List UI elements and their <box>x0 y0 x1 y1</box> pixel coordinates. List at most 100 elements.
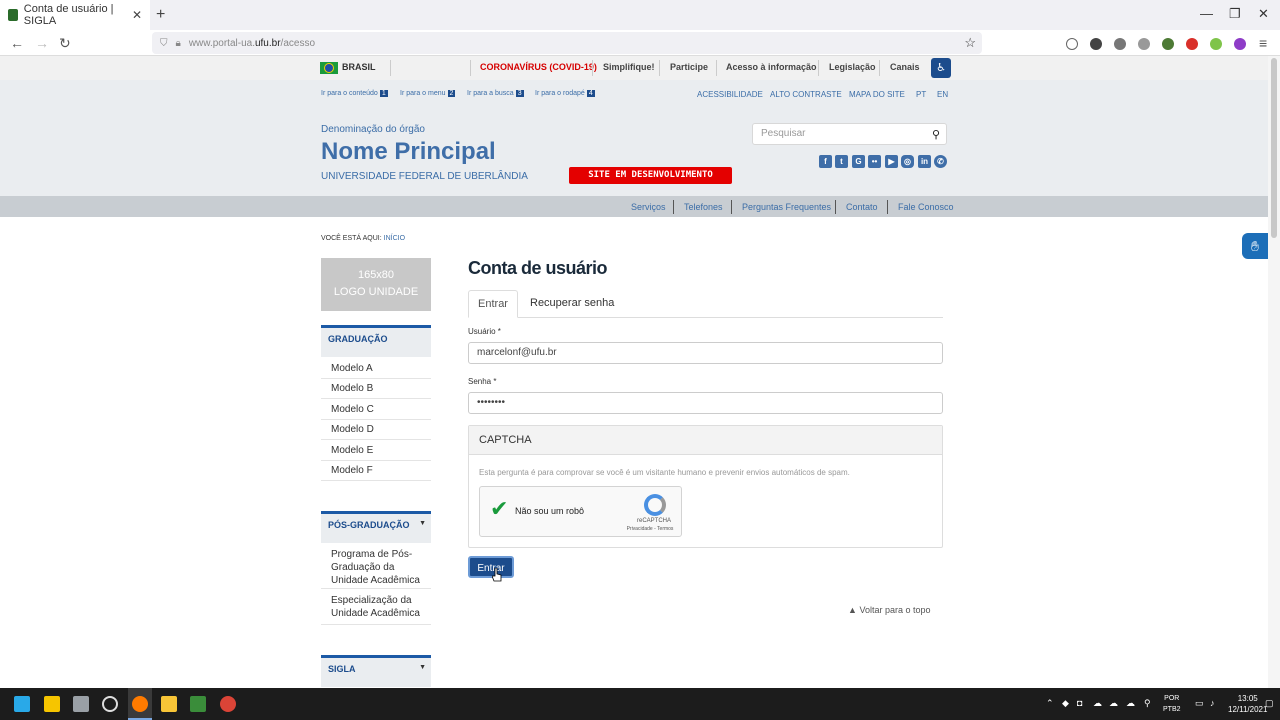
gov-link-participe[interactable]: Participe <box>670 62 708 72</box>
browser-tab[interactable]: Conta de usuário | SIGLA ✕ <box>0 0 150 30</box>
back-icon[interactable]: ← <box>10 35 24 51</box>
windows-start-icon[interactable] <box>14 696 30 712</box>
clock-app-icon[interactable] <box>102 696 118 712</box>
extension-leaf-icon[interactable] <box>1210 38 1222 50</box>
skip-link-footer[interactable]: Ir para o rodapé 4 <box>535 90 595 97</box>
close-window-icon[interactable]: ✕ <box>1258 6 1269 22</box>
search-icon[interactable]: ⚲ <box>932 128 940 141</box>
services-link[interactable]: Serviços <box>631 202 666 212</box>
accessibility-icon[interactable]: ♿︎ <box>931 58 951 78</box>
bookmark-star-icon[interactable]: ☆ <box>964 35 976 51</box>
libras-hand-icon[interactable]: ✋︎ <box>1242 233 1268 259</box>
lang-en-link[interactable]: EN <box>937 90 948 99</box>
notifications-icon[interactable]: ▢ <box>1265 698 1274 709</box>
extension-icon[interactable] <box>1114 38 1126 50</box>
browser-tab-title: Conta de usuário | SIGLA <box>23 3 114 27</box>
sidebar-heading-pos-graduacao[interactable]: PÓS-GRADUAÇÃO ▼ <box>321 511 431 543</box>
google-plus-icon[interactable]: G <box>852 155 865 168</box>
restore-icon[interactable]: ❐ <box>1229 6 1241 22</box>
submit-button[interactable]: Entrar <box>468 556 514 578</box>
tray-expand-icon[interactable]: ⌃ <box>1046 698 1054 709</box>
gov-brasil-link[interactable]: BRASIL <box>342 62 376 72</box>
sidebar-heading-graduacao[interactable]: GRADUAÇÃO <box>321 325 431 357</box>
spreadsheet-icon[interactable] <box>190 696 206 712</box>
sidebar-item-modelo-c[interactable]: Modelo C <box>321 400 431 420</box>
extension-green-icon[interactable] <box>1162 38 1174 50</box>
gov-link-covid[interactable]: CORONAVÍRUS (COVID-19) <box>480 62 597 72</box>
sidebar-item-modelo-d[interactable]: Modelo D <box>321 420 431 440</box>
tab-entrar[interactable]: Entrar <box>468 290 518 318</box>
onedrive-icon[interactable]: ☁ <box>1093 698 1102 709</box>
back-to-top-link[interactable]: ▲ Voltar para o topo <box>848 605 931 615</box>
page-scrollbar[interactable] <box>1268 56 1280 688</box>
sidebar-item-especializacao[interactable]: Especialização da Unidade Acadêmica <box>321 591 431 625</box>
browser-toolbar: ← → ↻ ⛉ 🔒︎ www.portal-ua.ufu.br/acesso ☆… <box>0 30 1280 56</box>
file-explorer-icon[interactable] <box>161 696 177 712</box>
sidebar-heading-sigla[interactable]: SIGLA ▼ <box>321 655 431 687</box>
sidebar-item-modelo-f[interactable]: Modelo F <box>321 461 431 481</box>
address-bar[interactable]: ⛉ 🔒︎ www.portal-ua.ufu.br/acesso ☆ <box>152 32 982 54</box>
search-input[interactable]: Pesquisar ⚲ <box>752 123 947 145</box>
faq-link[interactable]: Perguntas Frequentes <box>742 202 831 212</box>
skip-link-menu[interactable]: Ir para o menu 2 <box>400 90 456 97</box>
new-tab-icon[interactable]: + <box>156 6 165 24</box>
password-input[interactable]: •••••••• <box>468 392 943 414</box>
youtube-icon[interactable]: ▶ <box>885 155 898 168</box>
menu-icon[interactable]: ≡ <box>1259 35 1267 51</box>
instagram-icon[interactable]: ◎ <box>901 155 914 168</box>
sidebar-item-modelo-b[interactable]: Modelo B <box>321 379 431 399</box>
twitter-icon[interactable]: t <box>835 155 848 168</box>
sticky-notes-icon[interactable] <box>44 696 60 712</box>
calculator-icon[interactable] <box>73 696 89 712</box>
skip-link-search[interactable]: Ir para a busca 3 <box>467 90 524 97</box>
sidebar-item-modelo-a[interactable]: Modelo A <box>321 359 431 379</box>
recaptcha-terms[interactable]: Privacidade - Termos <box>622 526 678 532</box>
adblock-icon[interactable] <box>1186 38 1198 50</box>
onedrive-icon[interactable]: ☁ <box>1126 698 1135 709</box>
accessibility-link[interactable]: ACESSIBILIDADE <box>697 90 763 99</box>
extension-color-icon[interactable] <box>1234 38 1246 50</box>
contact-link[interactable]: Contato <box>846 202 878 212</box>
username-label: Usuário * <box>468 327 501 336</box>
site-title[interactable]: Nome Principal <box>321 138 496 166</box>
close-tab-icon[interactable]: ✕ <box>132 8 142 22</box>
lang-pt-link[interactable]: PT <box>916 90 926 99</box>
sitemap-link[interactable]: MAPA DO SITE <box>849 90 905 99</box>
microphone-icon[interactable]: ⚲ <box>1144 698 1151 709</box>
tab-recuperar-senha[interactable]: Recuperar senha <box>530 297 614 309</box>
extension-m-icon[interactable] <box>1090 38 1102 50</box>
dropbox-icon[interactable]: ◆ <box>1062 698 1069 709</box>
clock[interactable]: 13:05 12/11/2021 <box>1228 693 1267 715</box>
network-icon[interactable]: ▭ <box>1195 698 1204 709</box>
language-indicator[interactable]: POR PTB2 <box>1163 693 1181 715</box>
phones-link[interactable]: Telefones <box>684 202 723 212</box>
firefox-icon[interactable] <box>132 696 148 712</box>
gov-link-legislacao[interactable]: Legislação <box>829 62 876 72</box>
sidebar-item-programa-pos[interactable]: Programa de Pós-Graduação da Unidade Aca… <box>321 545 431 589</box>
onedrive-icon[interactable]: ☁ <box>1109 698 1118 709</box>
recaptcha-widget[interactable]: ✔ Não sou um robô reCAPTCHA Privacidade … <box>479 486 682 537</box>
linkedin-icon[interactable]: in <box>918 155 931 168</box>
eyedropper-icon[interactable] <box>1138 38 1150 50</box>
skip-link-content[interactable]: Ir para o conteúdo 1 <box>321 90 388 97</box>
volume-icon[interactable]: ♪ <box>1210 698 1215 708</box>
flickr-icon[interactable]: •• <box>868 155 881 168</box>
pocket-icon[interactable] <box>1066 38 1078 50</box>
high-contrast-link[interactable]: ALTO CONTRASTE <box>770 90 842 99</box>
tray-app-icon[interactable]: ◘ <box>1077 698 1082 708</box>
username-input[interactable]: marcelonf@ufu.br <box>468 342 943 364</box>
forward-icon[interactable]: → <box>35 35 49 51</box>
whatsapp-icon[interactable]: ✆ <box>934 155 947 168</box>
chrome-icon[interactable] <box>220 696 236 712</box>
breadcrumb-home-link[interactable]: INÍCIO <box>384 235 405 242</box>
checkmark-icon[interactable]: ✔ <box>490 496 508 522</box>
facebook-icon[interactable]: f <box>819 155 832 168</box>
gov-link-canais[interactable]: Canais <box>890 62 920 72</box>
minimize-icon[interactable]: — <box>1200 6 1213 21</box>
reload-icon[interactable]: ↻ <box>59 35 71 52</box>
gov-link-acesso-informacao[interactable]: Acesso à informação <box>726 62 817 72</box>
gov-link-simplifique[interactable]: Simplifique! <box>603 62 655 72</box>
scrollbar-thumb[interactable] <box>1271 58 1277 238</box>
fale-conosco-link[interactable]: Fale Conosco <box>898 202 954 212</box>
sidebar-item-modelo-e[interactable]: Modelo E <box>321 441 431 461</box>
